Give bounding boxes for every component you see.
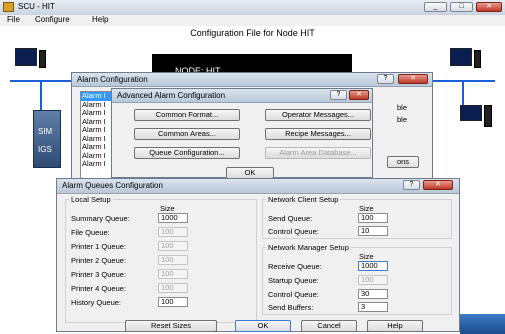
printer2-queue-input[interactable]: 100 xyxy=(158,255,188,265)
history-queue-input[interactable]: 100 xyxy=(158,297,188,307)
printer4-queue-label: Printer 4 Queue: xyxy=(71,284,127,293)
advanced-title: Advanced Alarm Configuration xyxy=(117,91,226,100)
client-setup-label: Network Client Setup xyxy=(266,195,341,204)
manager-setup-label: Network Manager Setup xyxy=(266,243,351,252)
close-icon[interactable]: ✕ xyxy=(398,74,428,84)
operator-messages-button[interactable]: Operator Messages... xyxy=(265,109,371,121)
queues-title-bar: Alarm Queues Configuration ? ✕ xyxy=(57,179,459,194)
summary-queue-input[interactable]: 1000 xyxy=(158,213,188,223)
network-drop xyxy=(40,80,42,110)
send-queue-input[interactable]: 100 xyxy=(358,213,388,223)
menu-file[interactable]: File xyxy=(7,15,20,24)
history-queue-label: History Queue: xyxy=(71,298,122,307)
queue-configuration-button[interactable]: Queue Configuration... xyxy=(134,147,240,159)
manager-control-queue-input[interactable]: 30 xyxy=(358,289,388,299)
close-icon[interactable]: ✕ xyxy=(349,90,369,100)
menu-bar: File Configure Help xyxy=(0,15,505,26)
help-button[interactable]: Help xyxy=(367,320,423,332)
printer3-queue-input[interactable]: 100 xyxy=(158,269,188,279)
alarm-queues-dialog: Alarm Queues Configuration ? ✕ Local Set… xyxy=(56,178,460,332)
minimize-button[interactable]: _ xyxy=(424,2,447,12)
ok-button[interactable]: OK xyxy=(235,320,291,332)
local-setup-label: Local Setup xyxy=(69,195,113,204)
printer4-queue-input[interactable]: 100 xyxy=(158,283,188,293)
igs-label: IGS xyxy=(38,145,52,154)
taskbar-strip xyxy=(460,314,505,334)
send-buffers-input[interactable]: 3 xyxy=(358,302,388,312)
send-buffers-label: Send Buffers: xyxy=(268,303,314,312)
close-button[interactable]: ✕ xyxy=(476,2,502,12)
printer2-queue-label: Printer 2 Queue: xyxy=(71,256,127,265)
printer1-queue-label: Printer 1 Queue: xyxy=(71,242,127,251)
alarm-config-title-bar: Alarm Configuration ? ✕ xyxy=(72,73,432,87)
size-header: Size xyxy=(160,204,175,213)
help-icon[interactable]: ? xyxy=(377,74,394,84)
sim-server: SIM IGS xyxy=(33,110,61,168)
send-queue-label: Send Queue: xyxy=(268,214,313,223)
common-format-button[interactable]: Common Format... xyxy=(134,109,240,121)
size-header: Size xyxy=(359,204,374,213)
window-title: SCU - HIT xyxy=(18,2,55,11)
client-control-queue-label: Control Queue: xyxy=(268,227,319,236)
reset-sizes-button[interactable]: Reset Sizes xyxy=(125,320,217,332)
close-icon[interactable]: ✕ xyxy=(423,180,453,190)
file-queue-label: File Queue: xyxy=(71,228,110,237)
sim-label: SIM xyxy=(38,127,53,136)
menu-configure[interactable]: Configure xyxy=(35,15,70,24)
receive-queue-input[interactable]: 1000 xyxy=(358,261,388,271)
partial-label: ble xyxy=(397,103,408,112)
file-queue-input[interactable]: 100 xyxy=(158,227,188,237)
advanced-title-bar: Advanced Alarm Configuration ? ✕ xyxy=(112,89,372,103)
recipe-messages-button[interactable]: Recipe Messages... xyxy=(265,128,371,140)
receive-queue-label: Receive Queue: xyxy=(268,262,322,271)
summary-queue-label: Summary Queue: xyxy=(71,214,130,223)
manager-control-queue-label: Control Queue: xyxy=(268,290,319,299)
menu-help[interactable]: Help xyxy=(92,15,108,24)
options-button[interactable]: ons xyxy=(387,156,419,168)
startup-queue-input[interactable]: 100 xyxy=(358,275,388,285)
page-title: Configuration File for Node HIT xyxy=(190,28,315,38)
size-header: Size xyxy=(359,252,374,261)
help-icon[interactable]: ? xyxy=(403,180,420,190)
help-icon[interactable]: ? xyxy=(330,90,347,100)
cancel-button[interactable]: Cancel xyxy=(301,320,357,332)
printer1-queue-input[interactable]: 100 xyxy=(158,241,188,251)
maximize-button[interactable]: □ xyxy=(450,2,473,12)
alarm-area-database-button[interactable]: Alarm Area Database... xyxy=(265,147,371,159)
alarm-config-title: Alarm Configuration xyxy=(77,75,148,84)
printer3-queue-label: Printer 3 Queue: xyxy=(71,270,127,279)
startup-queue-label: Startup Queue: xyxy=(268,276,319,285)
partial-label: ble xyxy=(397,115,408,124)
app-icon xyxy=(3,2,14,12)
queues-title: Alarm Queues Configuration xyxy=(62,181,163,190)
client-control-queue-input[interactable]: 10 xyxy=(358,226,388,236)
advanced-alarm-dialog: Advanced Alarm Configuration ? ✕ Common … xyxy=(111,88,373,179)
common-areas-button[interactable]: Common Areas... xyxy=(134,128,240,140)
